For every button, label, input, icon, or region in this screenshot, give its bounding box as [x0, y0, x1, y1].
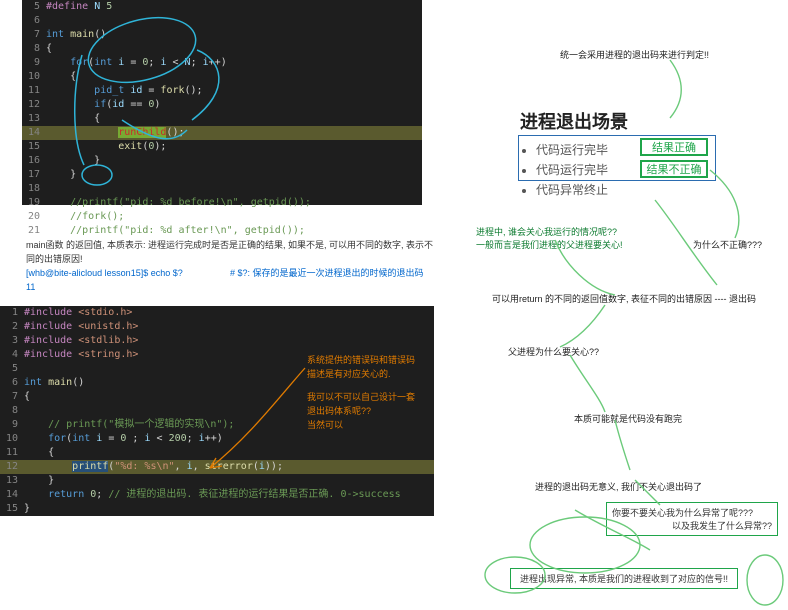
code-line: 10 for(int i = 0 ; i < 200; i++) [0, 432, 434, 446]
code-line: 14 runChild(); [22, 126, 422, 140]
shell-output: 11 [26, 280, 35, 294]
code-line: 5#define N 5 [22, 0, 422, 14]
code-line: 15} [0, 502, 434, 516]
code-editor-1[interactable]: 5#define N 567int main()8{9 for(int i = … [22, 0, 422, 205]
code-line: 18 [22, 182, 422, 196]
code-line: 12 printf("%d: %s\n", i, strerror(i)); [0, 460, 434, 474]
side-note: 系统提供的错误码和错误码描述是有对应关心的. [307, 353, 415, 381]
code-line: 17 } [22, 168, 422, 182]
code-line: 10 { [22, 70, 422, 84]
code-line: 20 //fork(); [22, 210, 422, 224]
code-line: 2#include <unistd.h> [0, 320, 434, 334]
flow-q1b: 一般而言是我们进程的父进程要关心! [476, 238, 623, 251]
side-note-2: 我可以不可以自己设计一套退出码体系呢??当然可以 [307, 390, 415, 432]
flow-box1: 你要不要关心我为什么异常了呢??? 以及我发生了什么异常?? [606, 502, 778, 536]
code-line: 6 [22, 14, 422, 28]
code-line: 3#include <stdlib.h> [0, 334, 434, 348]
code-line: 11 { [0, 446, 434, 460]
flow-ans3: 本质可能就是代码没有跑完 [574, 412, 682, 425]
result-correct: 结果正确 [640, 138, 708, 156]
shell-prompt: [whb@bite-alicloud lesson15]$ echo $? [26, 266, 183, 280]
flow-q1a: 进程中, 谁会关心我运行的情况呢?? [476, 225, 617, 238]
code-line: 19 //printf("pid: %d before!\n", getpid(… [22, 196, 422, 210]
shell-comment: # $?: 保存的是最近一次进程退出的时候的退出码 [230, 266, 424, 280]
flow-q2: 为什么不正确??? [693, 238, 762, 251]
code-line: 16 } [22, 154, 422, 168]
flow-return: 可以用return 的不同的返回值数字, 表征不同的出错原因 ---- 退出码 [492, 292, 756, 305]
code-line: 7int main() [22, 28, 422, 42]
code-line: 13 { [22, 112, 422, 126]
note-exitcode: 统一会采用进程的退出码来进行判定!! [560, 48, 709, 61]
flow-q4: 进程的退出码无意义, 我们不关心退出码了 [535, 480, 702, 493]
code-line: 12 if(id == 0) [22, 98, 422, 112]
code-line: 9 for(int i = 0; i < N; i++) [22, 56, 422, 70]
flow-box2: 进程出现异常, 本质是我们的进程收到了对应的信号!! [510, 568, 738, 589]
result-incorrect: 结果不正确 [640, 160, 708, 178]
heading-scenario: 进程退出场景 [520, 108, 628, 134]
code-line: 21 //printf("pid: %d after!\n", getpid()… [22, 224, 422, 238]
scenario-list: 代码运行完毕 代码运行完毕 代码异常终止 [520, 140, 608, 200]
code-line: 13 } [0, 474, 434, 488]
code-line: 1#include <stdio.h> [0, 306, 434, 320]
code-line: 11 pid_t id = fork(); [22, 84, 422, 98]
code-line: 8{ [22, 42, 422, 56]
note-main-return: main函数 的返回值, 本质表示: 进程运行完成时是否是正确的结果, 如果不是… [26, 238, 436, 266]
code-line: 15 exit(0); [22, 140, 422, 154]
flow-q3: 父进程为什么要关心?? [508, 345, 599, 358]
code-line: 14 return 0; // 进程的退出码. 表征进程的运行结果是否正确. 0… [0, 488, 434, 502]
